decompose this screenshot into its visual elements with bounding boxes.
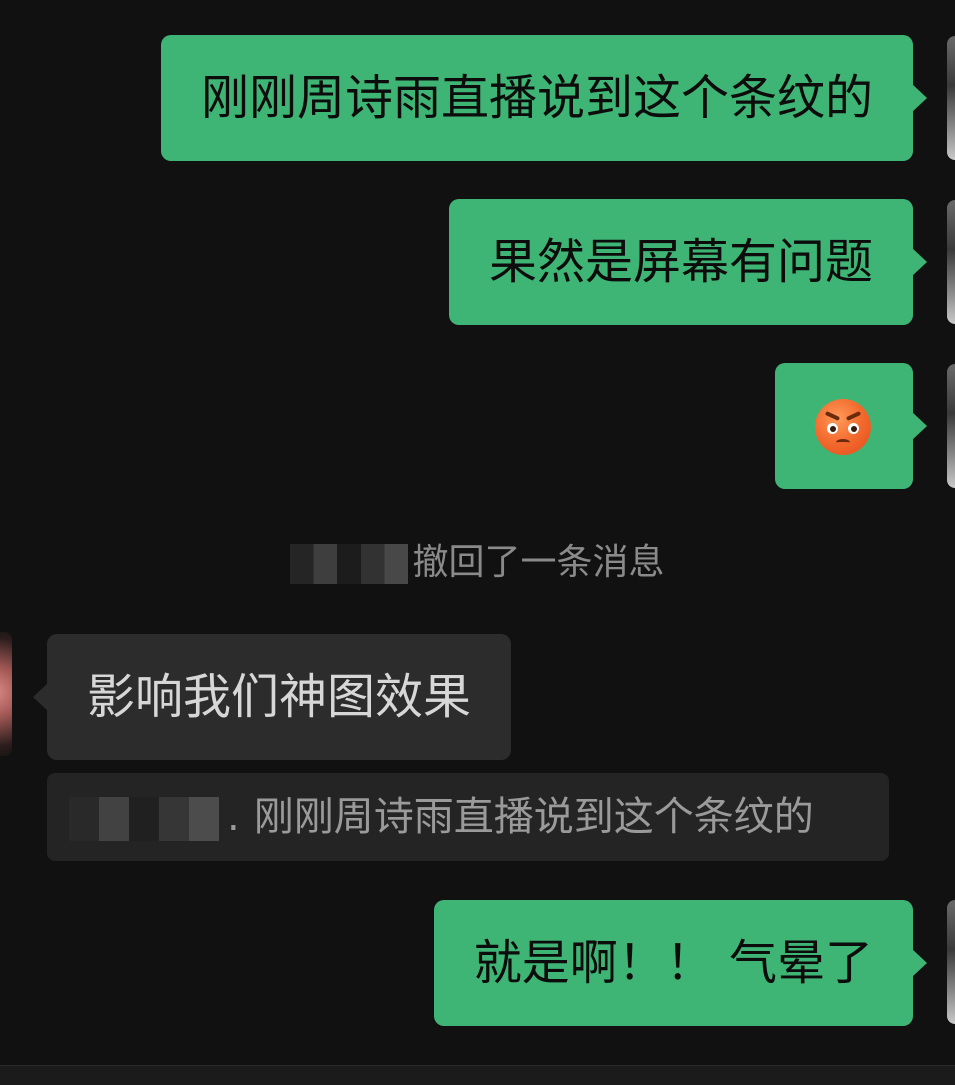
quote-text: 刚刚周诗雨直播说到这个条纹的	[253, 794, 814, 840]
quoted-message[interactable]: . 刚刚周诗雨直播说到这个条纹的	[47, 773, 889, 861]
outgoing-emoji-bubble[interactable]	[775, 363, 927, 489]
recall-notice-text: 撤回了一条消息	[412, 542, 665, 583]
avatar[interactable]	[947, 900, 955, 1024]
avatar[interactable]	[947, 364, 955, 488]
incoming-message-bubble[interactable]: 影响我们神图效果	[32, 634, 512, 760]
pixelated-name	[290, 544, 409, 584]
quote-separator: .	[227, 794, 240, 840]
message-text: 就是啊！！ 气晕了	[473, 935, 873, 991]
outgoing-message-bubble[interactable]: 果然是屏幕有问题	[448, 199, 928, 325]
chat-window: 刚刚周诗雨直播说到这个条纹的 果然是屏幕有问题 撤回了一条消息 影响我们神图效果…	[0, 0, 955, 1085]
message-text: 影响我们神图效果	[87, 669, 472, 725]
avatar[interactable]	[0, 632, 12, 756]
message-text: 果然是屏幕有问题	[488, 234, 873, 290]
pixelated-name	[69, 797, 219, 841]
outgoing-message-bubble[interactable]: 就是啊！！ 气晕了	[433, 900, 928, 1026]
avatar[interactable]	[947, 36, 955, 160]
avatar[interactable]	[947, 200, 955, 324]
angry-face-icon	[815, 399, 871, 455]
message-text: 刚刚周诗雨直播说到这个条纹的	[200, 70, 873, 126]
outgoing-message-bubble[interactable]: 刚刚周诗雨直播说到这个条纹的	[160, 35, 928, 161]
recall-notice: 撤回了一条消息	[0, 535, 955, 591]
input-bar-edge	[0, 1065, 955, 1085]
